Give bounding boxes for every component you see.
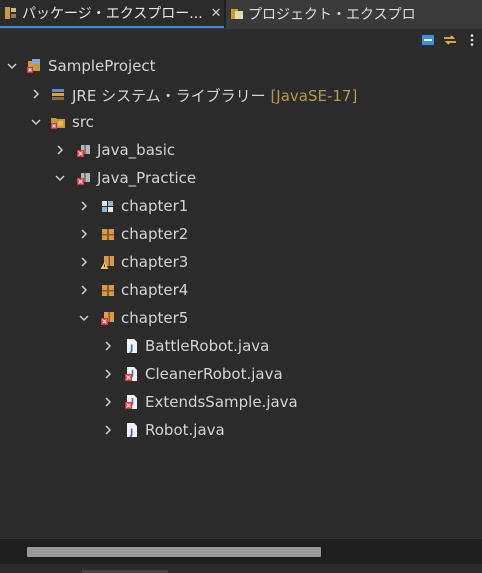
chevron-right-icon[interactable] bbox=[78, 284, 90, 296]
chevron-right-icon[interactable] bbox=[78, 256, 90, 268]
tree-item-src[interactable]: src bbox=[0, 108, 482, 136]
java-file-error-icon: J bbox=[125, 395, 137, 409]
chevron-right-icon[interactable] bbox=[78, 228, 90, 240]
source-folder-icon bbox=[51, 118, 65, 129]
project-explorer-icon bbox=[231, 9, 243, 19]
tree-item-package-chapter3[interactable]: chapter3 bbox=[0, 248, 482, 276]
tree-item-package-chapter2[interactable]: chapter2 bbox=[0, 220, 482, 248]
chevron-down-icon[interactable] bbox=[54, 172, 66, 184]
scrollbar-thumb[interactable] bbox=[27, 547, 321, 557]
view-tab-bar: パッケージ・エクスプロー... ✕ プロジェクト・エクスプロ bbox=[0, 0, 482, 29]
tab-label: パッケージ・エクスプロー... bbox=[22, 6, 203, 22]
chevron-right-icon[interactable] bbox=[102, 396, 114, 408]
package-icon bbox=[102, 229, 114, 240]
tree-item-label: CleanerRobot.java bbox=[145, 365, 283, 383]
collapse-all-button[interactable] bbox=[420, 32, 436, 48]
tab-label: プロジェクト・エクスプロ bbox=[248, 7, 416, 23]
tree-item-label: chapter3 bbox=[121, 253, 189, 271]
java-file-error-icon: J bbox=[125, 367, 137, 381]
tree-item-label: BattleRobot.java bbox=[145, 337, 270, 355]
svg-text:J: J bbox=[129, 428, 133, 438]
package-warning-icon bbox=[100, 256, 114, 269]
chevron-down-icon[interactable] bbox=[30, 116, 42, 128]
chevron-right-icon[interactable] bbox=[78, 200, 90, 212]
java-file-icon: J bbox=[127, 339, 137, 354]
tree-item-label: ExtendsSample.java bbox=[145, 393, 298, 411]
link-with-editor-icon bbox=[444, 35, 456, 45]
bottom-edge bbox=[0, 564, 482, 573]
view-menu-button[interactable] bbox=[464, 32, 480, 48]
jre-version-decoration: [JavaSE-17] bbox=[270, 87, 358, 105]
library-icon bbox=[52, 89, 64, 100]
view-toolbar bbox=[0, 29, 482, 51]
package-explorer-icon bbox=[5, 7, 16, 19]
tree-item-package-java-practice[interactable]: Java_Practice bbox=[0, 164, 482, 192]
collapse-all-icon bbox=[422, 35, 434, 45]
tree-item-label: Robot.java bbox=[145, 421, 225, 439]
chevron-right-icon[interactable] bbox=[102, 424, 114, 436]
tab-package-explorer[interactable]: パッケージ・エクスプロー... ✕ bbox=[0, 0, 224, 28]
tree-item-label: SampleProject bbox=[48, 57, 156, 75]
chevron-right-icon[interactable] bbox=[102, 340, 114, 352]
tree-item-label: Java_basic bbox=[97, 141, 176, 159]
horizontal-scrollbar[interactable] bbox=[0, 538, 482, 565]
tree-item-file[interactable]: J Robot.java bbox=[0, 416, 482, 444]
package-explorer-tree: SampleProject JRE システム・ライブラリー [JavaSE-17… bbox=[0, 52, 482, 538]
chevron-right-icon[interactable] bbox=[54, 144, 66, 156]
chevron-right-icon[interactable] bbox=[30, 88, 42, 100]
tree-item-file[interactable]: J CleanerRobot.java bbox=[0, 360, 482, 388]
tree-item-file[interactable]: J BattleRobot.java bbox=[0, 332, 482, 360]
tree-item-package-java-basic[interactable]: Java_basic bbox=[0, 136, 482, 164]
java-file-icon: J bbox=[127, 423, 137, 438]
tree-item-label: Java_Practice bbox=[97, 169, 197, 187]
tree-item-label: chapter5 bbox=[121, 309, 189, 327]
package-error-icon bbox=[101, 312, 114, 325]
tree-item-label: JRE システム・ライブラリー bbox=[72, 87, 266, 105]
tree-item-label: chapter1 bbox=[121, 197, 189, 215]
package-icon bbox=[102, 201, 113, 212]
close-tab-icon[interactable]: ✕ bbox=[211, 6, 222, 21]
chevron-down-icon[interactable] bbox=[78, 312, 90, 324]
chevron-right-icon[interactable] bbox=[102, 368, 114, 380]
tree-item-package-chapter5[interactable]: chapter5 bbox=[0, 304, 482, 332]
package-error-icon bbox=[77, 173, 90, 185]
tab-project-explorer[interactable]: プロジェクト・エクスプロ bbox=[226, 0, 482, 28]
tree-item-package-chapter4[interactable]: chapter4 bbox=[0, 276, 482, 304]
kebab-menu-icon bbox=[470, 34, 474, 46]
tree-item-file[interactable]: J ExtendsSample.java bbox=[0, 388, 482, 416]
tree-item-label: src bbox=[72, 113, 94, 131]
tree-item-jre-library[interactable]: JRE システム・ライブラリー [JavaSE-17] bbox=[0, 80, 482, 108]
tree-item-label: chapter4 bbox=[121, 281, 189, 299]
link-with-editor-button[interactable] bbox=[442, 32, 458, 48]
package-error-icon bbox=[77, 145, 90, 157]
chevron-down-icon[interactable] bbox=[6, 60, 18, 72]
package-icon bbox=[102, 285, 114, 296]
java-project-icon bbox=[27, 59, 40, 73]
tree-item-project[interactable]: SampleProject bbox=[0, 52, 482, 80]
tree-item-package-chapter1[interactable]: chapter1 bbox=[0, 192, 482, 220]
tree-item-label: chapter2 bbox=[121, 225, 189, 243]
svg-text:J: J bbox=[129, 344, 133, 354]
